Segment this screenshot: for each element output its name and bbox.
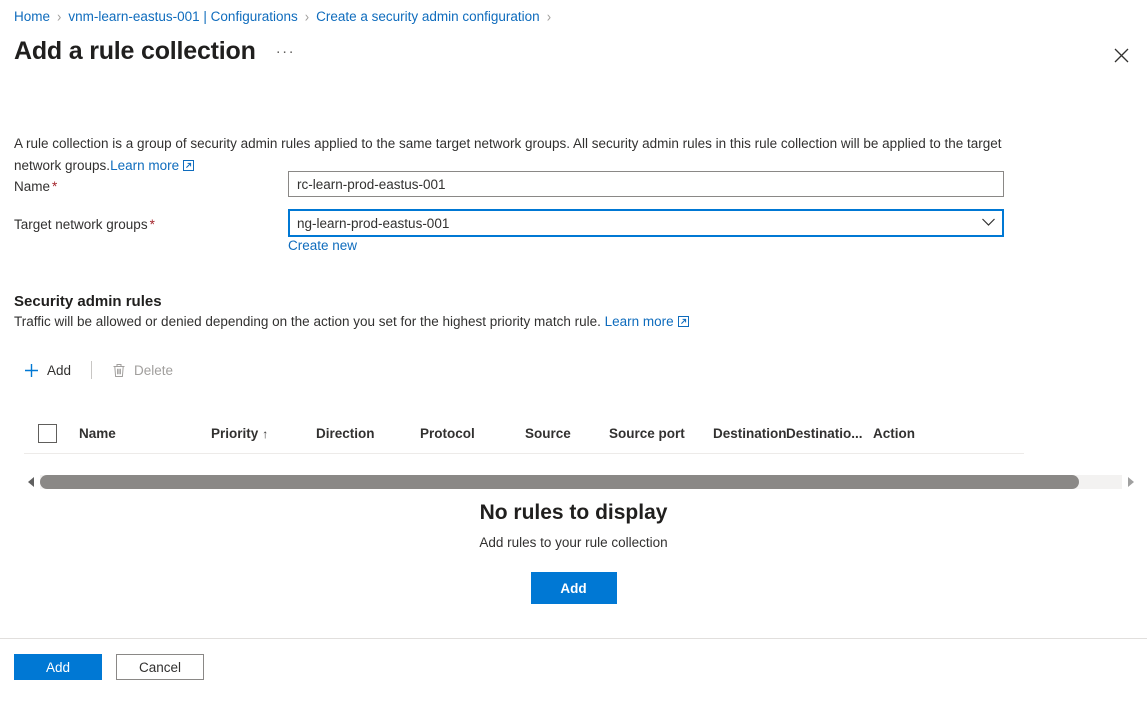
- column-header-source[interactable]: Source: [525, 426, 609, 441]
- footer-divider: [0, 638, 1147, 639]
- rules-table-header: Name Priority ↑ Direction Protocol Source…: [24, 414, 1024, 454]
- select-all-checkbox[interactable]: [38, 424, 57, 443]
- close-button[interactable]: [1101, 38, 1141, 72]
- scrollbar-track[interactable]: [40, 475, 1122, 489]
- column-header-protocol[interactable]: Protocol: [420, 426, 525, 441]
- delete-rule-toolbar-button[interactable]: Delete: [102, 354, 183, 386]
- page-title: Add a rule collection: [14, 37, 256, 65]
- breadcrumb-separator-icon: ›: [304, 7, 310, 26]
- breadcrumb-separator-icon: ›: [546, 7, 552, 26]
- create-new-network-group-link[interactable]: Create new: [288, 238, 357, 253]
- target-network-groups-label: Target network groups *: [14, 217, 155, 232]
- name-field-label: Name *: [14, 179, 58, 194]
- plus-icon: [24, 363, 39, 378]
- security-admin-rules-description: Traffic will be allowed or denied depend…: [14, 313, 689, 332]
- empty-state-action-wrap: Add: [0, 572, 1147, 604]
- add-rule-collection-blade: Home › vnm-learn-eastus-001 | Configurat…: [0, 0, 1147, 702]
- delete-rule-toolbar-label: Delete: [134, 362, 174, 378]
- name-input[interactable]: [288, 171, 1004, 197]
- breadcrumb-item-home[interactable]: Home: [14, 8, 50, 26]
- title-row: Add a rule collection ···: [14, 34, 295, 68]
- breadcrumb: Home › vnm-learn-eastus-001 | Configurat…: [14, 8, 558, 26]
- column-header-action[interactable]: Action: [873, 426, 915, 441]
- column-header-priority[interactable]: Priority ↑: [211, 426, 316, 441]
- scrollbar-thumb[interactable]: [40, 475, 1079, 489]
- add-rule-toolbar-button[interactable]: Add: [14, 354, 81, 386]
- more-options-button[interactable]: ···: [276, 43, 296, 60]
- blade-footer: Add Cancel: [14, 654, 204, 680]
- rules-table-horizontal-scrollbar[interactable]: [24, 472, 1138, 492]
- target-network-groups-selected-value: ng-learn-prod-eastus-001: [297, 215, 450, 231]
- footer-add-button[interactable]: Add: [14, 654, 102, 680]
- breadcrumb-item-create-security-admin-configuration[interactable]: Create a security admin configuration: [316, 8, 540, 26]
- empty-state-title: No rules to display: [479, 501, 668, 524]
- rules-empty-state: No rules to display Add rules to your ru…: [0, 498, 1147, 604]
- add-rule-toolbar-label: Add: [47, 362, 72, 378]
- toolbar-divider: [91, 361, 93, 379]
- required-indicator: *: [149, 217, 155, 232]
- close-icon: [1114, 48, 1129, 63]
- caret-right-icon[interactable]: [1124, 472, 1138, 492]
- column-header-name[interactable]: Name: [79, 426, 211, 441]
- external-link-icon: [677, 314, 689, 332]
- column-header-source-port[interactable]: Source port: [609, 426, 713, 441]
- breadcrumb-separator-icon: ›: [57, 7, 62, 26]
- column-header-destination[interactable]: Destination: [713, 426, 787, 441]
- column-header-destination-port[interactable]: Destinatio...: [786, 426, 873, 441]
- empty-state-subtitle: Add rules to your rule collection: [479, 535, 668, 550]
- empty-state-add-button[interactable]: Add: [530, 572, 617, 604]
- sort-ascending-icon: ↑: [262, 427, 269, 441]
- rules-learn-more-link[interactable]: Learn more: [605, 314, 689, 329]
- trash-icon: [112, 363, 126, 378]
- security-admin-rules-description-text: Traffic will be allowed or denied depend…: [14, 314, 601, 329]
- breadcrumb-item-configurations[interactable]: vnm-learn-eastus-001 | Configurations: [68, 8, 297, 26]
- target-network-groups-row: Target network groups * ng-learn-prod-eas…: [14, 209, 1004, 238]
- name-field-row: Name *: [14, 171, 1004, 200]
- chevron-down-icon: [981, 214, 996, 232]
- security-admin-rules-heading: Security admin rules: [14, 293, 162, 311]
- required-indicator: *: [52, 179, 58, 194]
- rules-command-bar: Add Delete: [14, 354, 183, 386]
- column-header-direction[interactable]: Direction: [316, 426, 420, 441]
- caret-left-icon[interactable]: [24, 472, 38, 492]
- target-network-groups-dropdown[interactable]: ng-learn-prod-eastus-001: [288, 209, 1004, 237]
- footer-cancel-button[interactable]: Cancel: [116, 654, 204, 680]
